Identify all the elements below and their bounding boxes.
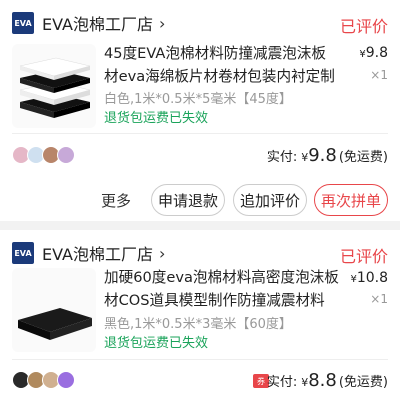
more-button[interactable]: 更多 [101,190,131,211]
pay-note: (免运费) [338,375,388,390]
payment-summary: 实付: ¥ 8.8 (免运费) [267,370,388,391]
pay-label: 实付: [266,150,298,165]
reviewer-avatars[interactable] [12,371,75,389]
price-value: 9.8 [365,45,388,61]
store-logo: EVA [12,12,34,34]
pay-amount: 8.8 [308,370,337,391]
avatar [57,371,75,389]
product-price: ¥10.8 [350,270,388,286]
price-value: 10.8 [356,270,388,286]
store-name[interactable]: EVA泡棉工厂店 [42,11,153,35]
product-spec: 白色,1米*0.5米*5毫米【45度】 [104,92,292,107]
pay-currency: ¥ [301,376,309,389]
reorder-button[interactable]: 再次拼单 [314,184,388,216]
order-status: 已评价 [339,17,388,36]
product-thumbnail[interactable] [12,268,96,352]
add-review-button[interactable]: 追加评价 [233,184,307,216]
product-thumbnail[interactable] [12,44,96,128]
order-status: 已评价 [339,247,388,266]
product-title[interactable]: 加硬60度eva泡棉材料高密度泡沫板材COS道具模型制作防撞减震材料 [104,266,340,312]
reviewer-avatars[interactable] [12,146,75,164]
pay-currency: ¥ [301,151,309,164]
avatar [57,146,75,164]
chevron-right-icon[interactable]: › [159,14,165,33]
order-card: EVA EVA泡棉工厂店 › 已评价 45度EVA泡棉材料防撞减震泡沫板材eva… [0,0,400,221]
product-title[interactable]: 45度EVA泡棉材料防撞减震泡沫板材eva海绵板片材卷材包装内衬定制 [104,42,340,88]
product-spec: 黑色,1米*0.5米*3毫米【60度】 [104,317,292,332]
order-card: EVA EVA泡棉工厂店 › 已评价 加硬60度eva泡棉材料高密度泡沫板材CO… [0,230,400,411]
payment-summary: 实付: ¥ 9.8 (免运费) [267,145,388,166]
product-price: ¥9.8 [359,45,388,61]
product-quantity: ×1 [370,292,388,306]
pay-amount: 9.8 [308,145,337,166]
store-name[interactable]: EVA泡棉工厂店 [42,241,153,265]
request-refund-button[interactable]: 申请退款 [151,184,225,216]
product-quantity: ×1 [370,68,388,82]
chevron-right-icon[interactable]: › [159,244,165,263]
pay-label: 实付: [266,375,298,390]
store-logo: EVA [12,242,34,264]
pay-note: (免运费) [338,150,388,165]
divider [12,133,388,134]
store-header[interactable]: EVA EVA泡棉工厂店 › [12,241,165,265]
store-header[interactable]: EVA EVA泡棉工厂店 › [12,11,165,35]
refund-status: 退货包运费已失效 [104,111,209,126]
refund-status: 退货包运费已失效 [104,336,209,351]
divider [12,359,388,360]
